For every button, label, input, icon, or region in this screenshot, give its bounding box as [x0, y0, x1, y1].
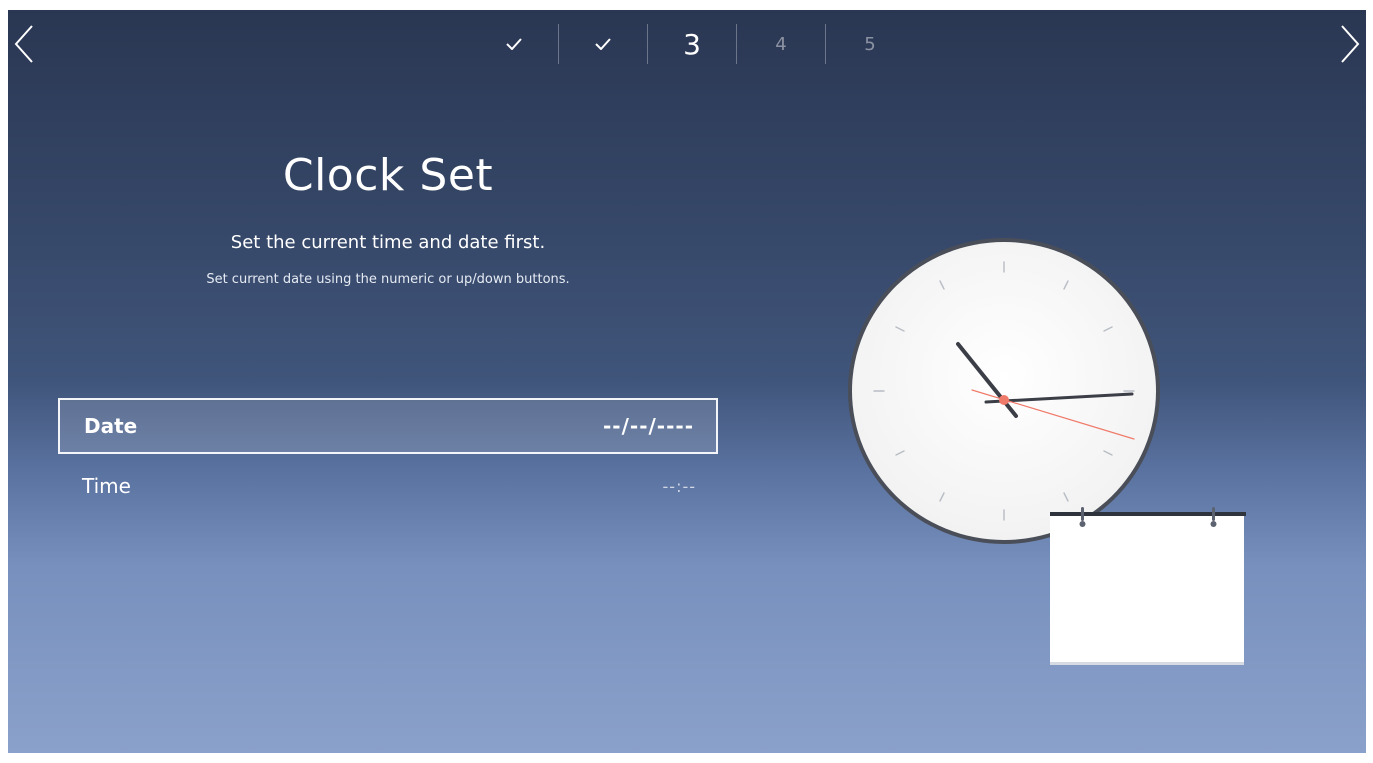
page-title: Clock Set — [282, 150, 494, 201]
step-1-complete — [470, 10, 558, 78]
step-3-current: 3 — [683, 27, 701, 61]
time-value: --:-- — [662, 476, 696, 496]
calendar-icon — [1050, 507, 1246, 665]
date-label: Date — [84, 414, 138, 438]
date-value: --/--/---- — [602, 414, 694, 438]
page-subtitle: Set the current time and date first. — [230, 232, 546, 253]
step-indicator: 3 4 5 — [470, 10, 914, 78]
previous-step-button[interactable] — [10, 22, 38, 66]
time-setting-row[interactable]: Time --:-- — [58, 459, 718, 513]
page-hint: Set current date using the numeric or up… — [206, 272, 570, 287]
clock-icon — [848, 238, 1160, 544]
date-setting-row[interactable]: Date --/--/---- — [58, 398, 718, 454]
chevron-left-icon — [14, 25, 33, 63]
clock-set-screen: 3 4 5 Clock Set Set the current time and… — [8, 10, 1366, 753]
next-step-button[interactable] — [1336, 22, 1364, 66]
chevron-right-icon — [1341, 25, 1360, 63]
step-2-complete — [559, 10, 647, 78]
time-label: Time — [82, 474, 131, 498]
check-icon — [506, 38, 522, 50]
step-4: 4 — [775, 33, 787, 55]
check-icon — [595, 38, 611, 50]
step-5: 5 — [864, 33, 876, 55]
